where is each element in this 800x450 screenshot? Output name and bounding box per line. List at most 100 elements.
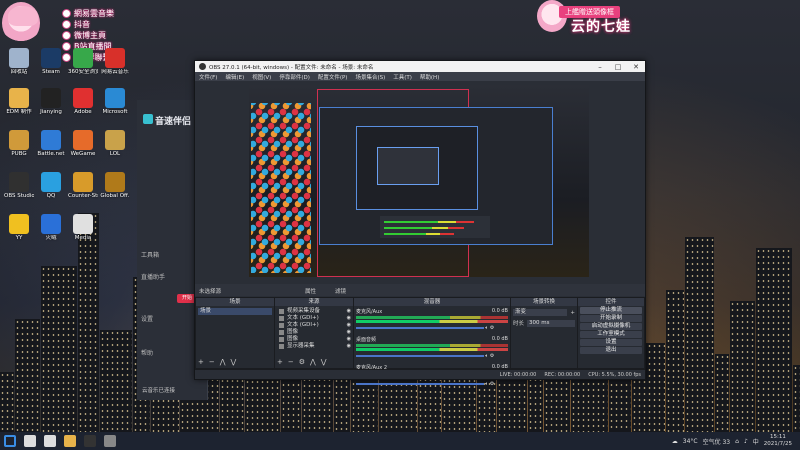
desktop-icon[interactable]: 回收站 (4, 48, 34, 86)
desktop-icon[interactable]: 网易云音乐 (100, 48, 130, 86)
source-item[interactable]: 文本 (GDI+) ◉ (277, 315, 351, 322)
filters-button[interactable]: 滤镜 (335, 287, 346, 295)
source-item[interactable]: 视频采集设备 ◉ (277, 308, 351, 315)
desktop-icon[interactable]: Battle.net (36, 130, 66, 168)
source-item[interactable]: 显示器采集 ◉ (277, 343, 351, 350)
control-button[interactable]: 启动虚拟摄像机 (580, 323, 642, 330)
source-settings-icon[interactable]: ⚙ (299, 358, 305, 366)
bg-app-item[interactable]: 帮助 (141, 348, 153, 357)
desktop-icon[interactable]: EDM 制作 (4, 88, 34, 126)
control-button[interactable]: 开始录制 (580, 315, 642, 322)
desktop-icon[interactable]: Microsoft (100, 88, 130, 126)
no-source-label: 未选择源 (199, 289, 222, 295)
mute-icon[interactable]: 🔈︎ ⚙ (484, 381, 494, 387)
desktop-icon[interactable]: Counter-Strike (68, 172, 98, 210)
transition-add-icon[interactable]: + (570, 310, 575, 316)
mute-icon[interactable]: 🔈︎ ⚙ (484, 353, 494, 359)
visibility-icon[interactable]: ◉ (347, 322, 351, 329)
volume-slider[interactable] (356, 355, 484, 357)
bg-app-item[interactable]: 工具箱 (141, 250, 159, 259)
weather-text[interactable]: 空气优 33 (703, 437, 731, 446)
visibility-icon[interactable]: ◉ (347, 315, 351, 322)
desktop-icon[interactable]: PUBG (4, 130, 34, 168)
properties-button[interactable]: 属性 (305, 287, 316, 295)
mixer-channel-name: 桌面音频 (356, 337, 377, 343)
desktop-icon[interactable]: YY (4, 214, 34, 252)
search-icon[interactable] (24, 435, 36, 447)
menu-item[interactable]: 文件(F) (199, 73, 217, 81)
move-up-icon[interactable]: ⋀ (220, 358, 226, 366)
source-item[interactable]: 图像 ◉ (277, 329, 351, 336)
bg-app-item[interactable]: 设置 (141, 314, 153, 323)
desktop-icon[interactable]: Steam (36, 48, 66, 86)
visibility-icon[interactable]: ◉ (347, 336, 351, 343)
clock[interactable]: 15:11 2021/7/25 (764, 434, 792, 448)
source-item[interactable]: 文本 (GDI+) ◉ (277, 322, 351, 329)
maximize-button[interactable]: □ (609, 63, 627, 71)
obs-icon[interactable] (84, 435, 96, 447)
move-up-icon[interactable]: ⋀ (310, 358, 316, 366)
obs-preview[interactable] (249, 85, 589, 277)
remove-scene-icon[interactable]: − (209, 358, 215, 366)
desktop-icon[interactable]: Global Off. (100, 172, 130, 210)
source-item[interactable]: 图像 ◉ (277, 336, 351, 343)
move-down-icon[interactable]: ⋁ (321, 358, 327, 366)
transition-select[interactable]: 渐变 (513, 309, 568, 316)
preview-meter (384, 227, 464, 229)
media-icon (73, 214, 93, 234)
move-down-icon[interactable]: ⋁ (231, 358, 237, 366)
explorer-icon[interactable] (64, 435, 76, 447)
visibility-icon[interactable]: ◉ (347, 329, 351, 336)
add-scene-icon[interactable]: + (198, 358, 204, 366)
minimize-button[interactable]: – (591, 63, 609, 71)
desktop-icon[interactable]: 火绒 (36, 214, 66, 252)
remove-source-icon[interactable]: − (288, 358, 294, 366)
menu-item[interactable]: 停靠部件(D) (279, 73, 310, 81)
weather-icon[interactable]: ☁ (672, 438, 678, 445)
menu-item[interactable]: 场景集合(S) (355, 73, 385, 81)
desktop-icon[interactable]: WeGame (68, 130, 98, 168)
taskview-icon[interactable] (44, 435, 56, 447)
add-source-icon[interactable]: + (277, 358, 283, 366)
menu-item[interactable]: 工具(T) (393, 73, 412, 81)
ime-indicator[interactable]: 中 (753, 437, 759, 446)
menu-item[interactable]: 编辑(E) (225, 73, 244, 81)
desktop-icon[interactable]: Jianying (36, 88, 66, 126)
desktop-icon[interactable]: Adobe (68, 88, 98, 126)
menu-item[interactable]: 视图(V) (252, 73, 271, 81)
control-button[interactable]: 设置 (580, 339, 642, 346)
desktop-icon[interactable]: 360安全浏览 (68, 48, 98, 86)
desktop-icon[interactable]: LOL (100, 130, 130, 168)
volume-icon[interactable]: ♪ (744, 438, 748, 445)
visibility-icon[interactable]: ◉ (347, 343, 351, 350)
volume-slider[interactable] (356, 327, 484, 329)
obs-window[interactable]: OBS 27.0.1 (64-bit, windows) - 配置文件: 未命名… (194, 60, 646, 387)
bg-app-item[interactable]: 直播助手 (141, 272, 165, 281)
menu-item[interactable]: 配置文件(P) (318, 73, 348, 81)
overlay-name: 云的七娃 (571, 19, 631, 35)
desktop-icon-label: 360安全浏览 (68, 69, 98, 75)
desktop-icon[interactable]: QQ (36, 172, 66, 210)
control-button[interactable]: 工作室模式 (580, 331, 642, 338)
start-icon[interactable] (4, 435, 16, 447)
building (793, 365, 800, 432)
desktop-icon[interactable]: OBS Studio (4, 172, 34, 210)
mute-icon[interactable]: 🔈︎ ⚙ (484, 325, 494, 331)
desktop-icon[interactable]: Media (68, 214, 98, 252)
obs-titlebar[interactable]: OBS 27.0.1 (64-bit, windows) - 配置文件: 未命名… (195, 61, 645, 72)
controls-dock-title: 控件 (578, 298, 644, 306)
visibility-icon[interactable]: ◉ (347, 308, 351, 315)
menu-item[interactable]: 帮助(H) (420, 73, 439, 81)
control-button[interactable]: 停止推流 (580, 307, 642, 314)
close-button[interactable]: ✕ (627, 63, 645, 71)
volume-slider[interactable] (356, 383, 484, 385)
scene-item[interactable]: 场景 (198, 308, 272, 315)
recycle-bin-icon (9, 48, 29, 68)
media-icon[interactable] (104, 435, 116, 447)
weather-temp[interactable]: 34°C (683, 438, 698, 445)
status-item: CPU: 5.5%, 30.00 fps (588, 371, 641, 378)
desktop-icon-label: Adobe (74, 109, 92, 115)
duration-input[interactable]: 300 ms (527, 319, 575, 327)
network-icon[interactable]: ⌂ (735, 438, 739, 445)
control-button[interactable]: 退出 (580, 347, 642, 354)
